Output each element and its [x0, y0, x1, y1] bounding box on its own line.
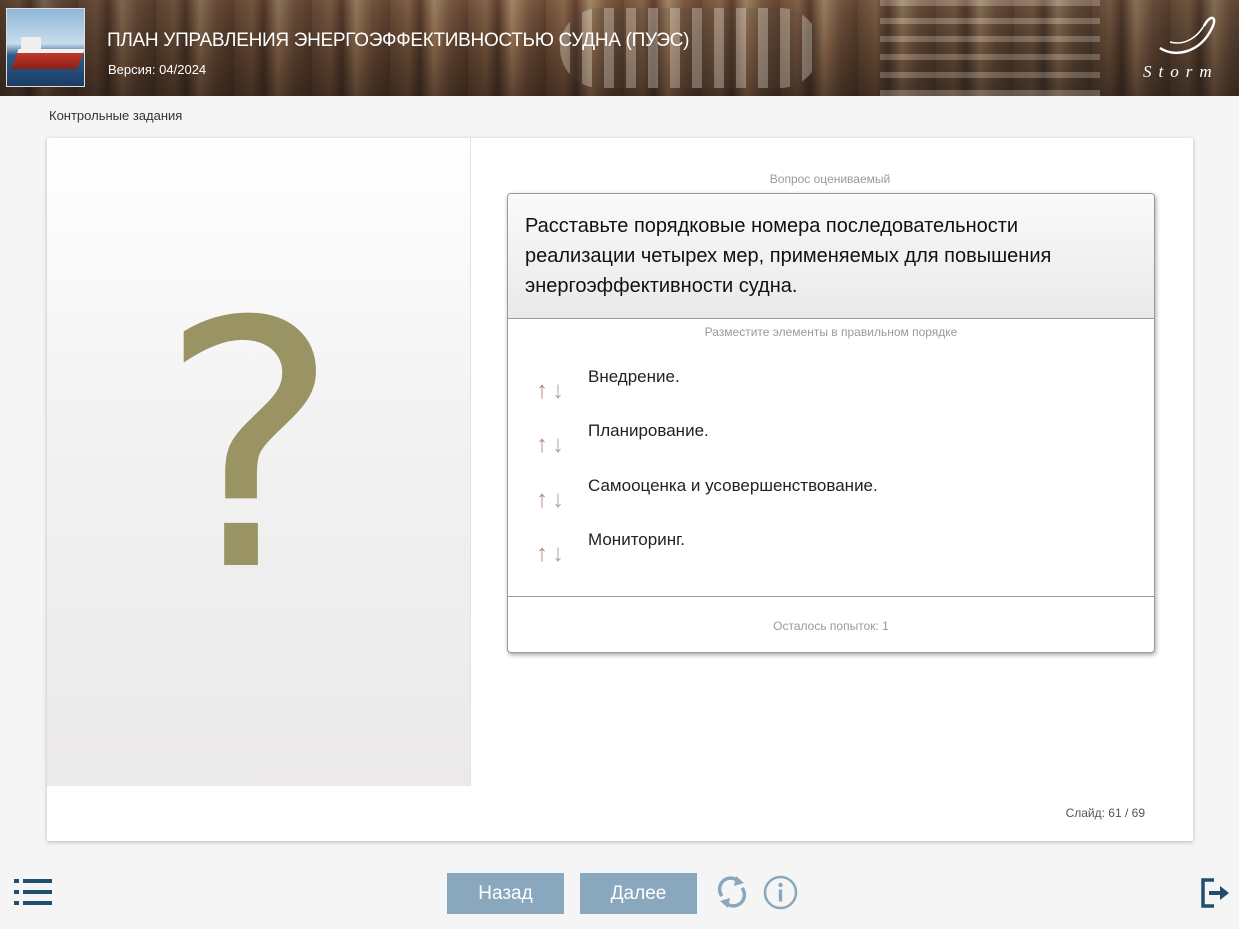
question-footer: Осталось попыток: 1: [508, 596, 1154, 652]
question-header: Расставьте порядковые номера последовате…: [508, 194, 1154, 319]
course-version: Версия: 04/2024: [108, 62, 207, 77]
menu-list-icon[interactable]: [14, 879, 52, 905]
sequence-item-label: Самооценка и усовершенствование.: [588, 476, 878, 495]
reload-icon[interactable]: [714, 874, 750, 910]
next-button[interactable]: Далее: [580, 873, 697, 914]
question-box: Расставьте порядковые номера последовате…: [507, 193, 1155, 653]
slide-counter: Слайд: 61 / 69: [1065, 806, 1145, 820]
question-text: Расставьте порядковые номера последовате…: [525, 215, 1052, 297]
sequence-item-label: Внедрение.: [588, 367, 680, 386]
question-caption: Вопрос оцениваемый: [769, 172, 891, 186]
reorder-arrows-icon[interactable]: ↑↓: [536, 486, 576, 514]
slide-card: ? Вопрос оцениваемый Расставьте порядков…: [47, 138, 1193, 841]
exit-icon[interactable]: [1200, 877, 1230, 909]
header-background-machinery: [880, 0, 1100, 96]
reorder-arrows-icon[interactable]: ↑↓: [536, 377, 576, 405]
attempts-remaining: Осталось попыток: 1: [773, 619, 889, 633]
back-button[interactable]: Назад: [447, 873, 564, 914]
question-mark-illustration: ?: [159, 250, 340, 646]
sequence-item-label: Планирование.: [588, 421, 709, 440]
sequence-item[interactable]: ↑↓ Планирование.: [536, 421, 1126, 461]
ship-hull: [11, 49, 84, 69]
sequence-item-label: Мониторинг.: [588, 530, 685, 549]
sequence-item[interactable]: ↑↓ Внедрение.: [536, 367, 1126, 407]
sequence-item[interactable]: ↑↓ Мониторинг.: [536, 530, 1126, 570]
storm-logo-text: Storm: [1143, 62, 1219, 81]
section-label: Контрольные задания: [49, 108, 183, 123]
info-icon[interactable]: [763, 875, 798, 910]
reorder-arrows-icon[interactable]: ↑↓: [536, 431, 576, 459]
header-banner: ПЛАН УПРАВЛЕНИЯ ЭНЕРГОЭФФЕКТИВНОСТЬЮ СУД…: [0, 0, 1239, 96]
sequence-item[interactable]: ↑↓ Самооценка и усовершенствование.: [536, 476, 1126, 516]
left-illustration-panel: ?: [47, 138, 471, 786]
course-title: ПЛАН УПРАВЛЕНИЯ ЭНЕРГОЭФФЕКТИВНОСТЬЮ СУД…: [107, 30, 690, 51]
ship-thumbnail: [6, 8, 85, 87]
reorder-arrows-icon[interactable]: ↑↓: [536, 540, 576, 568]
question-instruction: Разместите элементы в правильном порядке: [704, 325, 958, 339]
